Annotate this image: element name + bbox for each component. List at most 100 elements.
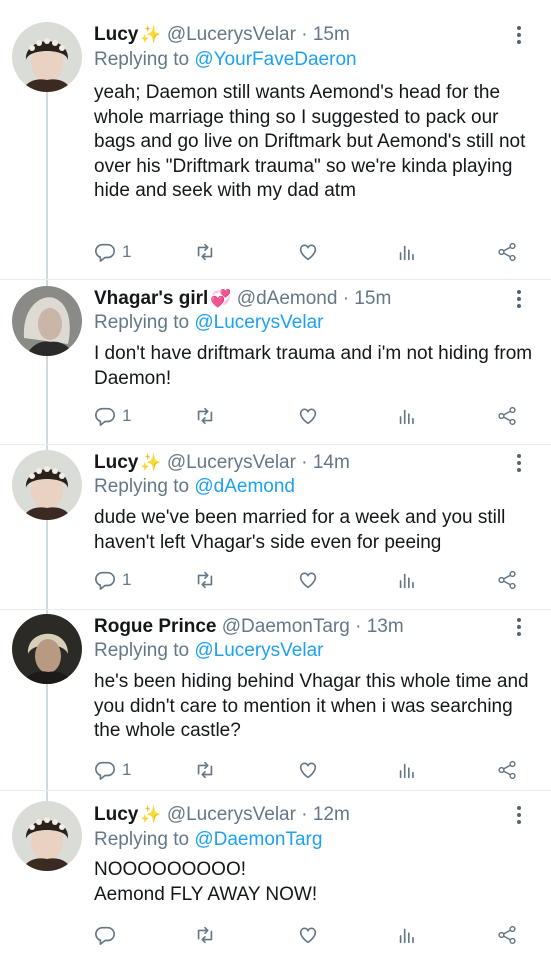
- tweet-header: Vhagar's girl 💞 @dAemond · 15m: [94, 286, 391, 312]
- replying-to: Replying to @LucerysVelar: [94, 310, 323, 336]
- tweet-header: Rogue Prince @DaemonTarg · 13m: [94, 614, 404, 640]
- sparkles-icon: ✨: [140, 25, 162, 44]
- like-button[interactable]: [297, 404, 319, 428]
- replying-to-link[interactable]: @LucerysVelar: [194, 312, 323, 333]
- replying-to-link[interactable]: @dAemond: [194, 476, 295, 497]
- reply-button[interactable]: 1: [94, 240, 131, 264]
- display-name[interactable]: Rogue Prince: [94, 616, 216, 637]
- like-button[interactable]: [297, 758, 319, 782]
- share-button[interactable]: [496, 240, 518, 264]
- analytics-button[interactable]: [396, 923, 418, 947]
- tweet[interactable]: Lucy ✨ @LucerysVelar · 14m Replying to @d…: [0, 445, 551, 609]
- user-handle[interactable]: @LucerysVelar: [167, 452, 296, 473]
- more-options-icon[interactable]: [514, 290, 524, 312]
- replying-to-link[interactable]: @LucerysVelar: [194, 640, 323, 661]
- retweet-icon: [197, 571, 213, 589]
- user-handle[interactable]: @dAemond: [237, 288, 338, 309]
- timestamp[interactable]: · 15m: [343, 288, 392, 309]
- reply-icon: [95, 761, 115, 780]
- avatar[interactable]: [12, 801, 82, 871]
- replying-to-link[interactable]: @DaemonTarg: [194, 829, 322, 850]
- tweet-header: Lucy ✨ @LucerysVelar · 14m: [94, 450, 350, 476]
- display-name[interactable]: Lucy: [94, 452, 138, 473]
- reply-button[interactable]: [94, 923, 122, 947]
- analytics-button[interactable]: [396, 568, 418, 592]
- timestamp[interactable]: · 15m: [301, 24, 350, 45]
- display-name[interactable]: Vhagar's girl: [94, 288, 208, 309]
- share-button[interactable]: [496, 923, 518, 947]
- avatar[interactable]: [12, 614, 82, 684]
- reply-icon: [95, 571, 115, 590]
- reply-icon: [95, 243, 115, 262]
- replying-to-label: Replying to: [94, 829, 190, 850]
- retweet-button[interactable]: [194, 568, 216, 592]
- timestamp[interactable]: · 12m: [301, 804, 350, 825]
- tweet[interactable]: Rogue Prince @DaemonTarg · 13m Replying …: [0, 610, 551, 790]
- replying-to-label: Replying to: [94, 476, 190, 497]
- reply-icon: [95, 407, 115, 426]
- reply-button[interactable]: 1: [94, 568, 131, 592]
- heart-icon: [299, 927, 317, 944]
- display-name[interactable]: Lucy: [94, 24, 138, 45]
- avatar[interactable]: [12, 450, 82, 520]
- analytics-button[interactable]: [396, 758, 418, 782]
- hearts-icon: 💞: [210, 289, 232, 308]
- reply-count: 1: [122, 242, 132, 261]
- share-button[interactable]: [496, 404, 518, 428]
- tweet[interactable]: Lucy ✨ @LucerysVelar · 15m Replying to @Y…: [0, 0, 551, 279]
- tweet[interactable]: Vhagar's girl 💞 @dAemond · 15m Replying t…: [0, 280, 551, 444]
- analytics-icon: [399, 573, 414, 589]
- more-options-icon[interactable]: [514, 806, 524, 828]
- retweet-button[interactable]: [194, 923, 216, 947]
- action-bar: 1: [94, 240, 534, 264]
- timestamp[interactable]: · 14m: [301, 452, 350, 473]
- retweet-icon: [197, 407, 213, 425]
- replying-to-link[interactable]: @YourFaveDaeron: [194, 49, 356, 70]
- retweet-button[interactable]: [194, 758, 216, 782]
- user-handle[interactable]: @LucerysVelar: [167, 804, 296, 825]
- avatar[interactable]: [12, 22, 82, 92]
- tweet-header: Lucy ✨ @LucerysVelar · 12m: [94, 802, 350, 828]
- action-bar: 1: [94, 404, 534, 428]
- share-icon: [498, 925, 516, 945]
- action-bar: 1: [94, 758, 534, 782]
- replying-to-label: Replying to: [94, 640, 190, 661]
- user-handle[interactable]: @LucerysVelar: [167, 24, 296, 45]
- tweet-text: dude we've been married for a week and y…: [94, 507, 506, 553]
- analytics-icon: [399, 245, 414, 261]
- replying-to: Replying to @DaemonTarg: [94, 827, 322, 853]
- user-handle[interactable]: @DaemonTarg: [222, 616, 350, 637]
- more-options-icon[interactable]: [514, 26, 524, 48]
- reply-button[interactable]: 1: [94, 758, 131, 782]
- like-button[interactable]: [297, 240, 319, 264]
- analytics-button[interactable]: [396, 404, 418, 428]
- like-button[interactable]: [297, 568, 319, 592]
- replying-to-label: Replying to: [94, 312, 190, 333]
- retweet-icon: [197, 243, 213, 261]
- timestamp[interactable]: · 13m: [355, 616, 404, 637]
- avatar[interactable]: [12, 286, 82, 356]
- more-options-icon[interactable]: [514, 618, 524, 640]
- share-button[interactable]: [496, 758, 518, 782]
- tweet-text: he's been hiding behind Vhagar this whol…: [94, 671, 529, 741]
- lucy-avatar-image: [12, 22, 82, 92]
- share-button[interactable]: [496, 568, 518, 592]
- tweet[interactable]: Lucy ✨ @LucerysVelar · 12m Replying to @D…: [0, 791, 551, 960]
- lucy-avatar-image: [12, 450, 82, 520]
- sparkles-icon: ✨: [140, 453, 162, 472]
- retweet-button[interactable]: [194, 404, 216, 428]
- like-button[interactable]: [297, 923, 319, 947]
- retweet-button[interactable]: [194, 240, 216, 264]
- tweet-header: Lucy ✨ @LucerysVelar · 15m: [94, 22, 350, 48]
- reply-button[interactable]: 1: [94, 404, 131, 428]
- reply-count: 1: [122, 406, 132, 425]
- display-name[interactable]: Lucy: [94, 804, 138, 825]
- heart-icon: [299, 244, 317, 261]
- reply-count: 1: [122, 760, 132, 779]
- sparkles-icon: ✨: [140, 805, 162, 824]
- analytics-icon: [399, 763, 414, 779]
- analytics-button[interactable]: [396, 240, 418, 264]
- reply-icon: [95, 926, 115, 945]
- more-options-icon[interactable]: [514, 454, 524, 476]
- heart-icon: [299, 762, 317, 779]
